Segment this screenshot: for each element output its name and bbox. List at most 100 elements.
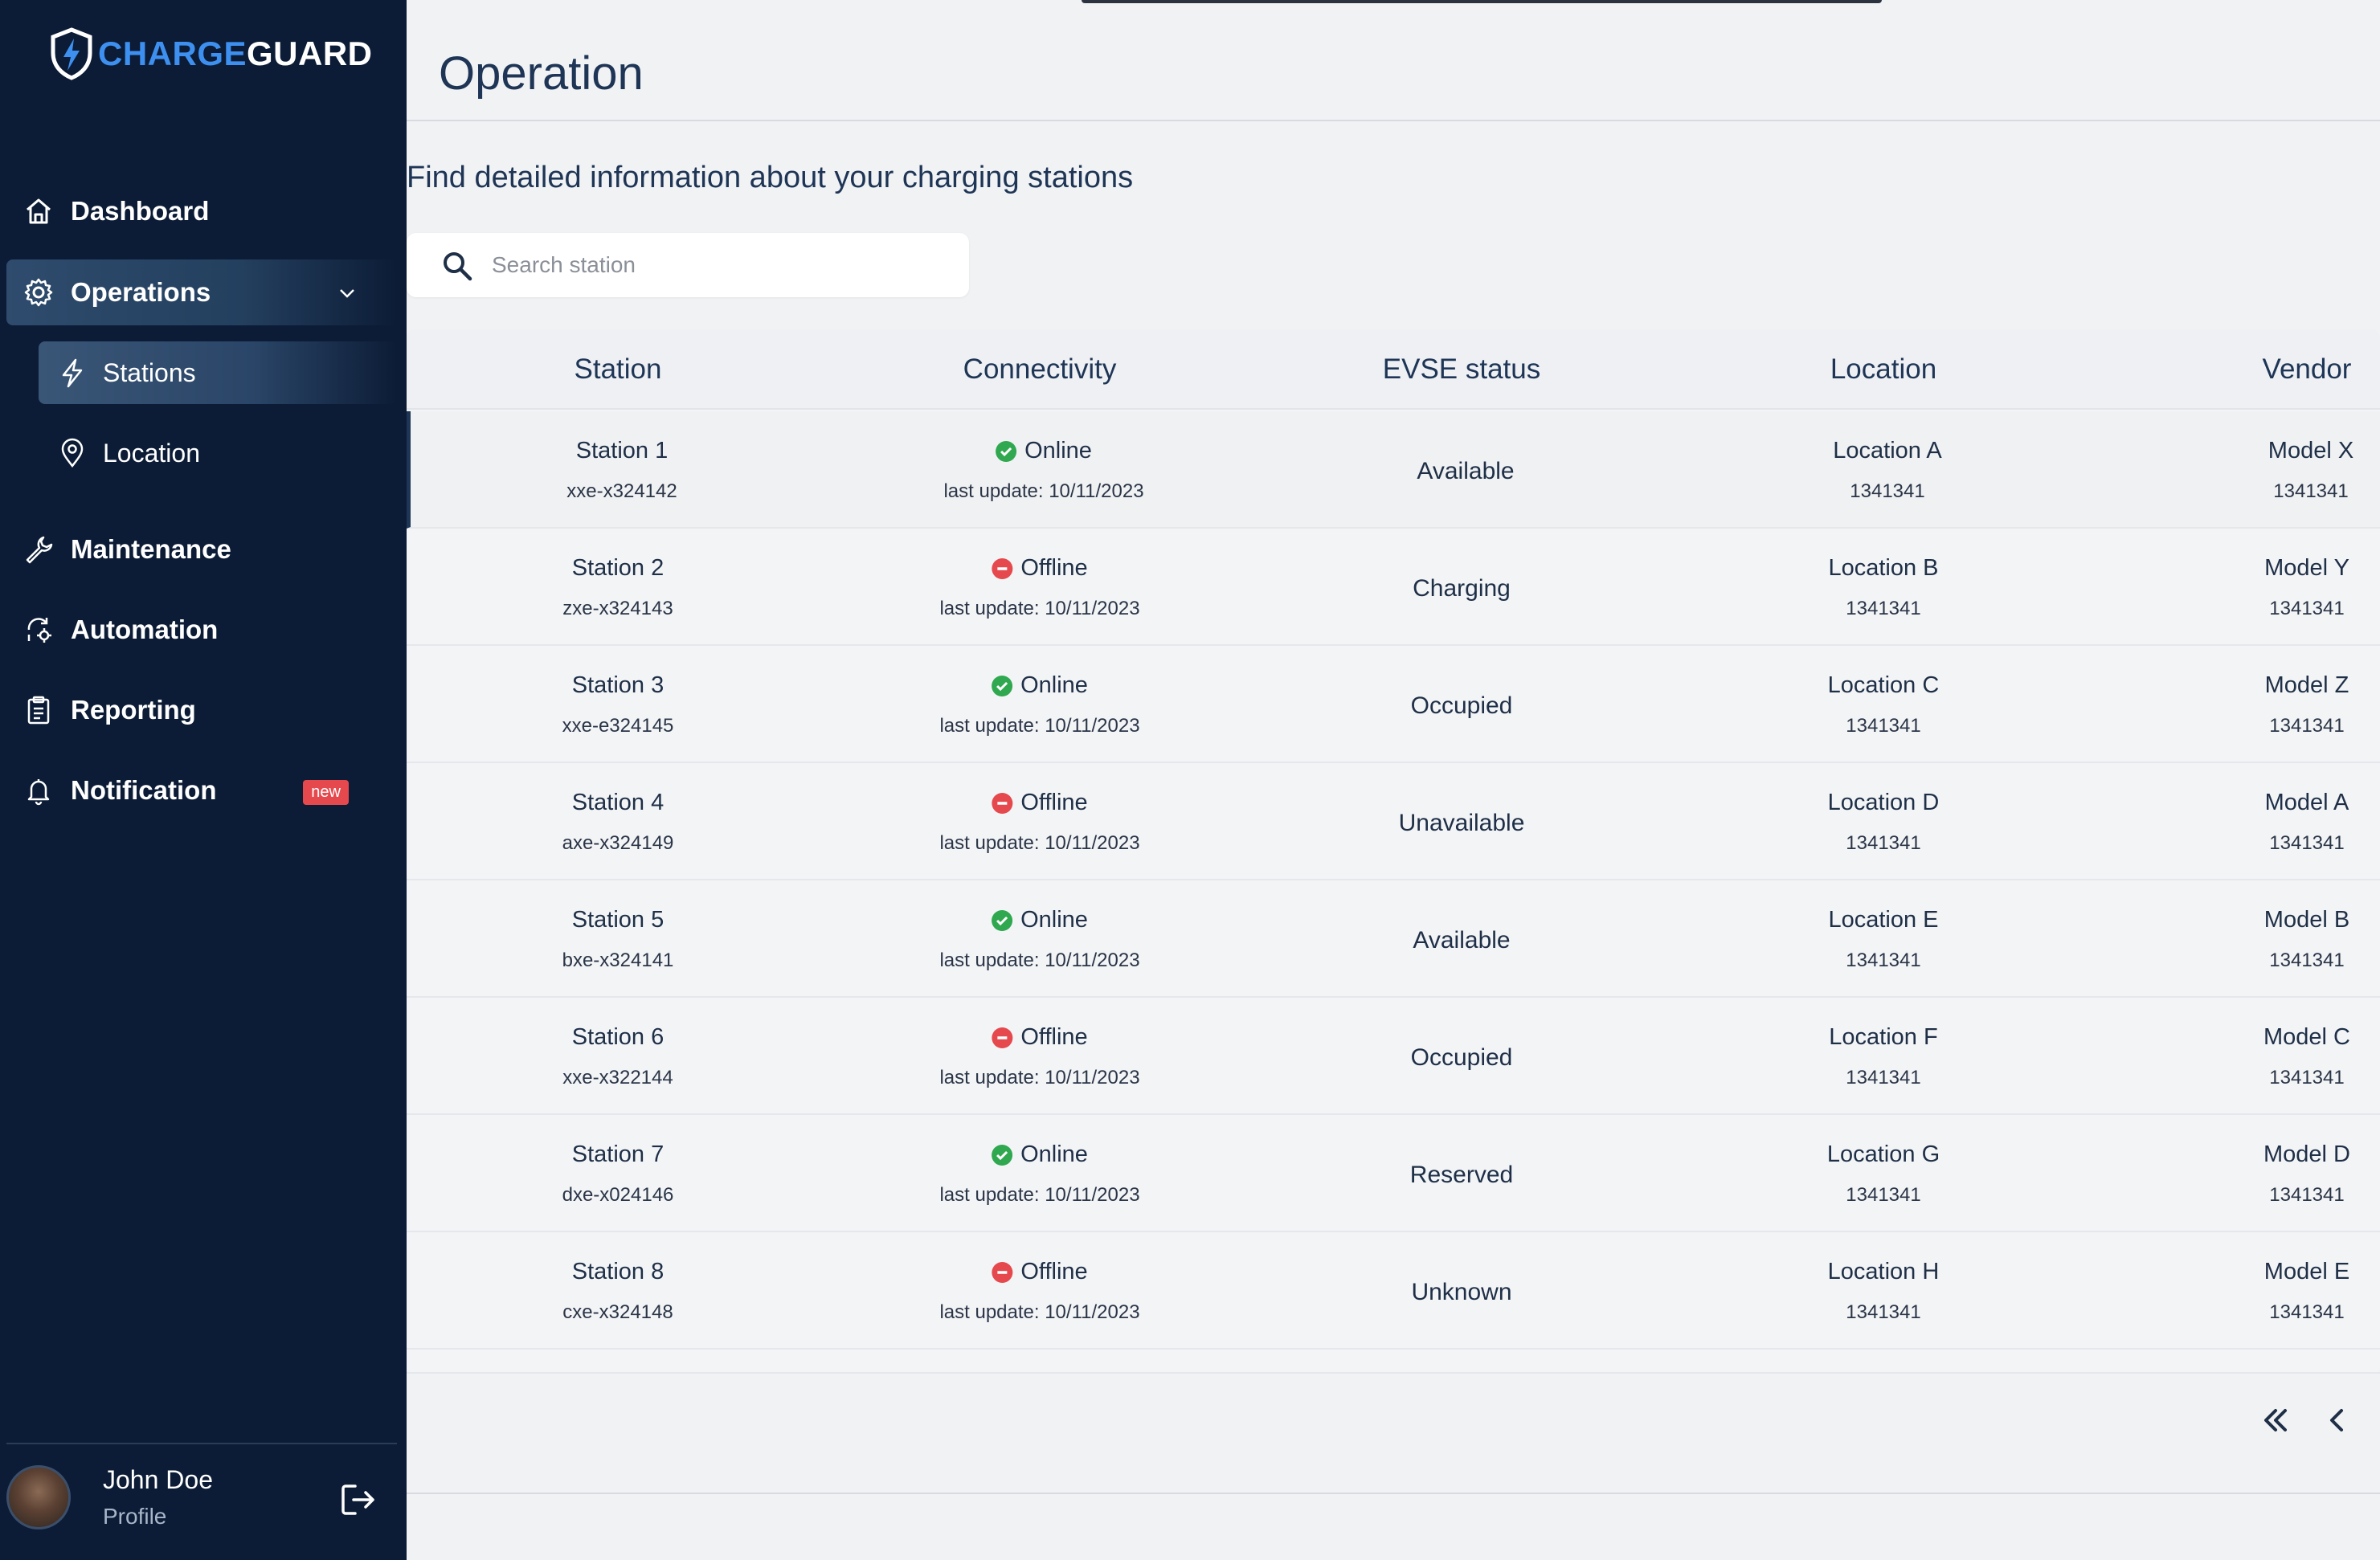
vendor-model: Model C (2263, 1024, 2350, 1050)
home-icon (27, 198, 51, 224)
sidebar-item-label: Dashboard (71, 196, 210, 226)
column-header-connectivity[interactable]: Connectivity (963, 353, 1117, 386)
location-name: Location F (1829, 1024, 1938, 1050)
last-update: last update: 10/11/2023 (939, 1067, 1140, 1088)
last-update: last update: 10/11/2023 (939, 1184, 1140, 1206)
vendor-model: Model E (2263, 1259, 2350, 1284)
table-row[interactable]: Station 8 cxe-x324148 Offline last update: … (407, 1232, 2380, 1350)
connectivity-label: Online (1020, 672, 1088, 698)
column-header-location[interactable]: Location (1830, 353, 1936, 386)
location-id: 1341341 (1846, 715, 1921, 737)
table-row[interactable]: Station 5 bxe-x324141 Online last update: 1… (407, 880, 2380, 998)
sidebar-item-stations[interactable]: Stations (39, 341, 397, 404)
automation-icon (27, 618, 51, 643)
vendor-model: Model D (2263, 1141, 2350, 1167)
page-subtitle: Find detailed information about your cha… (407, 161, 1134, 194)
user-name[interactable]: John Doe (103, 1465, 213, 1495)
connectivity-label: Online (1020, 1141, 1088, 1167)
footer-divider (407, 1493, 2380, 1494)
station-id: zxe-x324143 (562, 598, 673, 619)
sidebar-item-operations[interactable]: Operations (6, 259, 397, 325)
table-row[interactable]: Station 2 zxe-x324143 Offline last update: … (407, 529, 2380, 646)
clipboard-icon (27, 696, 50, 725)
page-title: Operation (439, 47, 644, 100)
last-update: last update: 10/11/2023 (939, 598, 1140, 619)
table-row[interactable]: Station 4 axe-x324149 Offline last update: … (407, 763, 2380, 880)
station-id: bxe-x324141 (562, 949, 674, 971)
sidebar-item-label: Notification (71, 775, 217, 805)
connectivity-status: Online (992, 907, 1088, 933)
wrench-icon (26, 536, 53, 564)
sidebar-item-dashboard[interactable]: Dashboard (6, 178, 397, 244)
station-id: dxe-x024146 (562, 1184, 674, 1206)
evse-status: Unavailable (1398, 810, 1525, 836)
chevron-left-icon[interactable] (2319, 1403, 2354, 1438)
logo: CHARGEGUARD (48, 27, 373, 80)
station-name: Station 6 (571, 1024, 665, 1050)
location-name: Location C (1827, 672, 1940, 698)
minus-circle-icon (992, 1027, 1013, 1048)
sidebar-item-automation[interactable]: Automation (6, 597, 397, 663)
sidebar-item-label: Reporting (71, 695, 196, 725)
check-circle-icon (992, 675, 1013, 696)
table-row[interactable]: Station 1 xxe-x324142 Online last update: 1… (407, 411, 2380, 529)
minus-circle-icon (992, 557, 1013, 579)
sidebar-item-label: Stations (103, 357, 196, 387)
vendor-id: 1341341 (2273, 480, 2349, 502)
search-box[interactable] (407, 233, 969, 297)
logout-icon[interactable] (337, 1480, 378, 1520)
station-name: Station 7 (571, 1141, 665, 1167)
location-name: Location D (1827, 790, 1940, 815)
column-header-evse-status[interactable]: EVSE status (1383, 353, 1540, 386)
connectivity-label: Online (1020, 907, 1088, 933)
column-header-vendor[interactable]: Vendor (2263, 353, 2352, 386)
sidebar-item-reporting[interactable]: Reporting (6, 677, 397, 743)
user-divider (6, 1443, 397, 1444)
sidebar-item-label: Location (103, 438, 200, 468)
sidebar-item-location[interactable]: Location (39, 422, 397, 484)
station-name: Station 3 (571, 672, 665, 698)
evse-status: Occupied (1410, 1044, 1513, 1071)
connectivity-label: Offline (1020, 555, 1088, 581)
station-id: xxe-e324145 (562, 715, 674, 737)
connectivity-status: Offline (992, 1024, 1088, 1051)
connectivity-status: Online (992, 1141, 1088, 1168)
double-chevron-left-icon[interactable] (2258, 1403, 2293, 1438)
station-name: Station 2 (571, 555, 665, 581)
station-id: xxe-x324142 (566, 480, 677, 502)
column-header-station[interactable]: Station (575, 353, 662, 386)
avatar[interactable] (6, 1465, 71, 1529)
search-icon (444, 252, 472, 281)
sidebar-item-maintenance[interactable]: Maintenance (6, 517, 397, 582)
last-update: last update: 10/11/2023 (943, 480, 1144, 502)
table-row[interactable]: Station 6 xxe-x322144 Offline last update: … (407, 998, 2380, 1115)
location-name: Location E (1828, 907, 1939, 933)
connectivity-status: Online (992, 672, 1088, 699)
connectivity-status: Offline (992, 555, 1088, 582)
vendor-model: Model A (2264, 790, 2349, 815)
station-id: axe-x324149 (562, 832, 674, 854)
vendor-id: 1341341 (2269, 598, 2345, 619)
sidebar-item-notification[interactable]: Notification new (6, 758, 397, 823)
evse-status: Available (1417, 458, 1515, 484)
table-row[interactable]: Station 3 xxe-e324145 Online last update: 1… (407, 646, 2380, 763)
evse-status: Unknown (1411, 1279, 1512, 1305)
evse-status: Charging (1413, 575, 1511, 602)
profile-link[interactable]: Profile (103, 1504, 166, 1529)
vendor-id: 1341341 (2269, 832, 2345, 854)
station-name: Station 5 (571, 907, 665, 933)
table-header: Station Connectivity EVSE status Locatio… (407, 329, 2380, 410)
connectivity-label: Online (1024, 438, 1092, 464)
vendor-model: Model Y (2264, 555, 2349, 581)
evse-status: Occupied (1410, 692, 1513, 719)
location-name: Location G (1826, 1141, 1940, 1167)
sidebar-item-label: Operations (71, 277, 211, 307)
station-id: xxe-x322144 (562, 1067, 673, 1088)
chevron-down-icon[interactable] (336, 282, 358, 304)
new-badge: new (303, 780, 349, 805)
search-input[interactable] (492, 247, 942, 283)
station-id: cxe-x324148 (562, 1301, 673, 1323)
station-name: Station 4 (571, 790, 665, 815)
table-row[interactable]: Station 7 dxe-x024146 Online last update: 1… (407, 1115, 2380, 1232)
vendor-id: 1341341 (2269, 715, 2345, 737)
